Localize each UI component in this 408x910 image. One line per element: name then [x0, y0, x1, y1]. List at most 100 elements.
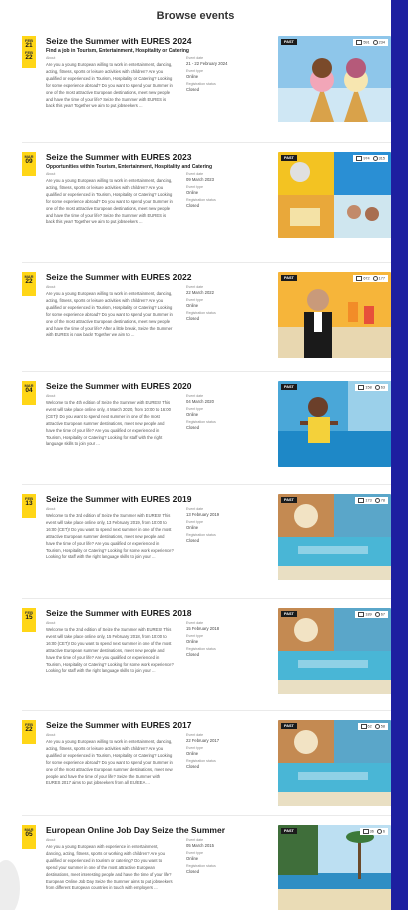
event-title-link[interactable]: European Online Job Day Seize the Summer — [46, 825, 286, 835]
event-description: Are you a young European willing to work… — [46, 739, 173, 786]
event-date-value: 09 March 2023 — [186, 177, 214, 182]
event-meta: Event date 09 March 2023 Event type Online R… — [186, 169, 266, 208]
event-divider — [22, 598, 391, 599]
registration-status-value: Closed — [186, 425, 200, 430]
event-date-label: Event date — [186, 172, 204, 176]
registration-status-label: Registration status — [186, 533, 216, 537]
event-date-day: 22 — [25, 278, 33, 285]
event-stats: 36 6 — [359, 828, 388, 835]
event-description: Are you a young European willing to work… — [46, 291, 173, 338]
event-stats: 62 58 — [357, 723, 388, 730]
scroll-to-top-overlay[interactable] — [0, 860, 20, 910]
event-card[interactable]: MAR 05 European Online Job Day Seize the S… — [22, 825, 391, 910]
events-page: Browse events FEB 21 FEB 22 Seize the Summer… — [0, 0, 391, 910]
event-meta: Event date 13 February 2019 Event type Onli… — [186, 504, 266, 543]
about-label: About — [46, 285, 56, 289]
event-thumbnail[interactable]: PAST 158 63 — [278, 381, 391, 467]
event-date-day: 15 — [25, 614, 33, 621]
event-type-label: Event type — [186, 634, 203, 638]
event-divider — [22, 371, 391, 372]
registrations-count: 67 — [380, 612, 385, 617]
registration-status-value: Closed — [186, 87, 200, 92]
event-type-value: Online — [186, 639, 199, 644]
registrations-icon — [374, 385, 380, 390]
event-type-label: Event type — [186, 520, 203, 524]
registrations-icon — [374, 498, 380, 503]
event-description: Are you a young European with experience… — [46, 844, 173, 891]
event-divider — [22, 815, 391, 816]
event-description: Welcome to the 2nd edition of Seize the … — [46, 627, 174, 674]
event-type-value: Online — [186, 190, 199, 195]
event-stats: 591 234 — [353, 39, 388, 46]
registration-status-value: Closed — [186, 652, 200, 657]
event-card[interactable]: FEB 21 FEB 22 Seize the Summer with EURES 20… — [22, 36, 391, 154]
registration-status-value: Closed — [186, 316, 200, 321]
event-card[interactable]: FEB 15 Seize the Summer with EURES 2018 Abo… — [22, 608, 391, 726]
event-type-label: Event type — [186, 851, 203, 855]
views-icon — [356, 276, 363, 281]
registrations-count: 63 — [380, 385, 385, 390]
views-icon — [356, 40, 363, 45]
event-type-value: Online — [186, 303, 199, 308]
event-date-value: 04 March 2020 — [186, 399, 214, 404]
about-label: About — [46, 733, 56, 737]
event-title-link[interactable]: Seize the Summer with EURES 2019 — [46, 494, 286, 504]
event-divider — [22, 142, 391, 143]
event-description: Welcome to the 4th edition of Seize the … — [46, 400, 171, 447]
registrations-icon — [374, 724, 380, 729]
views-count: 62 — [367, 724, 372, 729]
event-date-label: Event date — [186, 285, 204, 289]
event-date-badge: MAR 22 — [22, 272, 36, 296]
about-label: About — [46, 172, 56, 176]
registrations-icon — [374, 612, 380, 617]
event-date-day: 21 — [25, 42, 33, 49]
event-stats: 173 78 — [355, 497, 388, 504]
event-thumbnail[interactable]: PAST 591 234 — [278, 36, 391, 122]
event-title-link[interactable]: Seize the Summer with EURES 2017 — [46, 720, 286, 730]
past-badge: PAST — [281, 384, 297, 390]
event-title-link[interactable]: Seize the Summer with EURES 2018 — [46, 608, 286, 618]
registration-status-label: Registration status — [186, 647, 216, 651]
views-icon — [360, 724, 367, 729]
views-count: 173 — [365, 498, 372, 503]
views-count: 36 — [369, 829, 374, 834]
event-date-badge: FEB 15 — [22, 608, 36, 632]
event-card[interactable]: MAR 22 Seize the Summer with EURES 2022 Abo… — [22, 272, 391, 390]
past-badge: PAST — [281, 611, 297, 617]
event-thumbnail[interactable]: PAST 173 78 — [278, 494, 391, 580]
event-type-value: Online — [186, 525, 199, 530]
event-stats: 672 177 — [353, 275, 388, 282]
event-date-day-end: 22 — [25, 53, 33, 61]
event-card[interactable]: MAR 09 Seize the Summer with EURES 2023 Opp… — [22, 152, 391, 270]
views-count: 591 — [363, 40, 370, 45]
event-date-day: 22 — [25, 726, 33, 733]
registrations-count: 234 — [378, 40, 385, 45]
registrations-count: 177 — [378, 276, 385, 281]
registrations-count: 315 — [378, 156, 385, 161]
event-date-badge: MAR 09 — [22, 152, 36, 176]
event-date-label: Event date — [186, 394, 204, 398]
event-thumbnail[interactable]: PAST 672 177 — [278, 272, 391, 358]
event-thumbnail[interactable]: PAST 189 67 — [278, 608, 391, 694]
event-thumbnail[interactable]: PAST 62 58 — [278, 720, 391, 806]
views-count: 158 — [365, 385, 372, 390]
views-icon — [358, 498, 365, 503]
event-title-link[interactable]: Seize the Summer with EURES 2024 — [46, 36, 286, 46]
event-thumbnail[interactable]: PAST 974 315 — [278, 152, 391, 238]
event-card[interactable]: FEB 13 Seize the Summer with EURES 2019 Abo… — [22, 494, 391, 612]
event-card[interactable]: FEB 22 Seize the Summer with EURES 2017 Abo… — [22, 720, 391, 838]
past-badge: PAST — [281, 497, 297, 503]
event-title-link[interactable]: Seize the Summer with EURES 2020 — [46, 381, 286, 391]
event-meta: Event date 15 February 2018 Event type Onli… — [186, 618, 266, 657]
about-label: About — [46, 838, 56, 842]
event-thumbnail[interactable]: PAST 36 6 — [278, 825, 391, 910]
event-card[interactable]: MAR 04 Seize the Summer with EURES 2020 Abo… — [22, 381, 391, 499]
event-date-value: 22 February 2017 — [186, 738, 220, 743]
registration-status-value: Closed — [186, 764, 200, 769]
event-title-link[interactable]: Seize the Summer with EURES 2022 — [46, 272, 286, 282]
views-icon — [362, 829, 369, 834]
event-title-link[interactable]: Seize the Summer with EURES 2023 — [46, 152, 286, 162]
event-date-value: 15 February 2018 — [186, 626, 220, 631]
registrations-count: 58 — [380, 724, 385, 729]
registrations-icon — [376, 829, 382, 834]
